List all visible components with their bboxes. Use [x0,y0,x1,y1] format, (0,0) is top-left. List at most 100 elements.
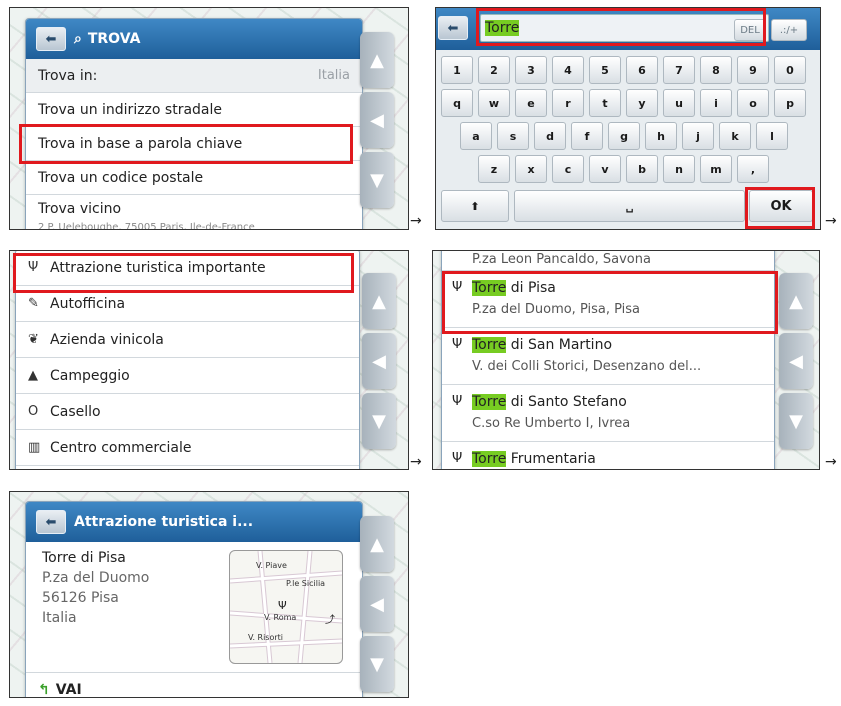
space-key[interactable]: ␣ [514,190,745,222]
scroll-down-button[interactable]: ▼ [362,393,396,449]
key-j[interactable]: j [682,122,714,150]
match-highlight: Torre [472,337,507,353]
key-m[interactable]: m [700,155,732,183]
category-row[interactable]: ▲ Campeggio [16,358,359,394]
title-bar: ⬅ Attrazione turistica i... [26,502,362,542]
side-back-button[interactable]: ◀ [362,333,396,389]
screen-keyboard: ⬅ Torre DEL .:/+ 1 2 3 4 5 6 7 8 9 0 q w… [435,7,821,230]
find-postcode-row[interactable]: Trova un codice postale [26,161,362,195]
scroll-up-button[interactable]: ▲ [360,32,394,88]
mini-map[interactable]: V. Piave P.le Sicilia V. Roma V. Risorti… [229,550,343,664]
search-icon: ⌕ [74,31,82,47]
key-l[interactable]: l [756,122,788,150]
key-b[interactable]: b [626,155,658,183]
map-label: V. Roma [264,613,297,622]
key-f[interactable]: f [571,122,603,150]
category-row[interactable]: ❦ Azienda vinicola [16,322,359,358]
key-x[interactable]: x [515,155,547,183]
down-arrow-icon: ▼ [789,410,803,432]
up-arrow-icon: ▲ [370,49,384,71]
key-7[interactable]: 7 [663,56,695,84]
flow-arrow: → [410,454,422,470]
find-address-row[interactable]: Trova un indirizzo stradale [26,93,362,127]
key-comma[interactable]: , [737,155,769,183]
screen-detail: ⬅ Attrazione turistica i... Torre di Pis… [9,491,409,698]
scroll-up-button[interactable]: ▲ [779,273,813,329]
key-4[interactable]: 4 [552,56,584,84]
key-q[interactable]: q [441,89,473,117]
key-2[interactable]: 2 [478,56,510,84]
result-row[interactable]: Ψ Torre di San Martino V. dei Colli Stor… [442,328,774,385]
screen-categories: Ψ Attrazione turistica importante ✎ Autoff… [9,250,409,470]
row-subtext: 2 P. Ueleboughe, 75005 Paris, Ile-de-Fra… [38,222,255,230]
side-back-button[interactable]: ◀ [779,333,813,389]
row-label: Centro commerciale [50,439,192,456]
highlight-box [13,253,354,293]
key-6[interactable]: 6 [626,56,658,84]
key-k[interactable]: k [719,122,751,150]
side-back-button[interactable]: ◀ [360,92,394,148]
key-y[interactable]: y [626,89,658,117]
result-address: V. dei Colli Storici, Desenzano del... [472,359,702,374]
left-arrow-icon: ◀ [370,593,384,615]
map-label: V. Risorti [248,633,284,642]
key-o[interactable]: o [737,89,769,117]
symbols-key[interactable]: .:/+ [771,19,807,41]
highlight-box [476,8,766,46]
scroll-up-button[interactable]: ▲ [362,273,396,329]
back-button[interactable]: ⬅ [36,510,66,534]
window-title: TROVA [87,31,141,47]
key-d[interactable]: d [534,122,566,150]
scroll-down-button[interactable]: ▼ [360,152,394,208]
result-row[interactable]: Ψ Torre Frumentaria [442,442,774,469]
result-address: C.so Re Umberto I, Ivrea [472,416,631,431]
key-i[interactable]: i [700,89,732,117]
back-button[interactable]: ⬅ [438,16,468,40]
row-subtext: P.za Leon Pancaldo, Savona [472,251,651,267]
result-row[interactable]: Ψ Torre di Santo Stefano C.so Re Umberto… [442,385,774,442]
key-w[interactable]: w [478,89,510,117]
scroll-down-button[interactable]: ▼ [779,393,813,449]
key-z[interactable]: z [478,155,510,183]
key-9[interactable]: 9 [737,56,769,84]
key-p[interactable]: p [774,89,806,117]
key-5[interactable]: 5 [589,56,621,84]
key-u[interactable]: u [663,89,695,117]
category-row[interactable]: O Casello [16,394,359,430]
go-row[interactable]: ↰ VAI [26,672,362,697]
key-v[interactable]: v [589,155,621,183]
row-label: Trova vicino [38,201,122,217]
back-arrow-icon: ⬅ [45,31,57,47]
find-nearby-row[interactable]: Trova vicino 2 P. Ueleboughe, 75005 Pari… [26,195,362,230]
key-a[interactable]: a [460,122,492,150]
turn-icon: ⤴ [325,615,335,626]
scroll-down-button[interactable]: ▼ [360,636,394,692]
key-n[interactable]: n [663,155,695,183]
find-in-row[interactable]: Trova in: Italia [26,59,362,93]
down-arrow-icon: ▼ [370,653,384,675]
key-r[interactable]: r [552,89,584,117]
landmark-icon: Ψ [452,451,463,466]
key-c[interactable]: c [552,155,584,183]
key-3[interactable]: 3 [515,56,547,84]
flow-arrow: → [410,213,422,229]
result-partial[interactable]: P.za Leon Pancaldo, Savona [442,251,774,271]
result-title: Torre di San Martino [472,337,612,353]
key-h[interactable]: h [645,122,677,150]
key-s[interactable]: s [497,122,529,150]
key-1[interactable]: 1 [441,56,473,84]
key-g[interactable]: g [608,122,640,150]
key-e[interactable]: e [515,89,547,117]
side-back-button[interactable]: ◀ [360,576,394,632]
scroll-up-button[interactable]: ▲ [360,516,394,572]
key-0[interactable]: 0 [774,56,806,84]
key-t[interactable]: t [589,89,621,117]
shift-key[interactable]: ⬆ [441,190,509,222]
category-row[interactable]: ▥ Centro commerciale [16,430,359,466]
down-arrow-icon: ▼ [370,169,384,191]
back-arrow-icon: ⬅ [447,20,459,36]
title-rest: di San Martino [506,337,613,353]
key-8[interactable]: 8 [700,56,732,84]
back-button[interactable]: ⬅ [36,27,66,51]
poi-country: Italia [42,610,77,626]
